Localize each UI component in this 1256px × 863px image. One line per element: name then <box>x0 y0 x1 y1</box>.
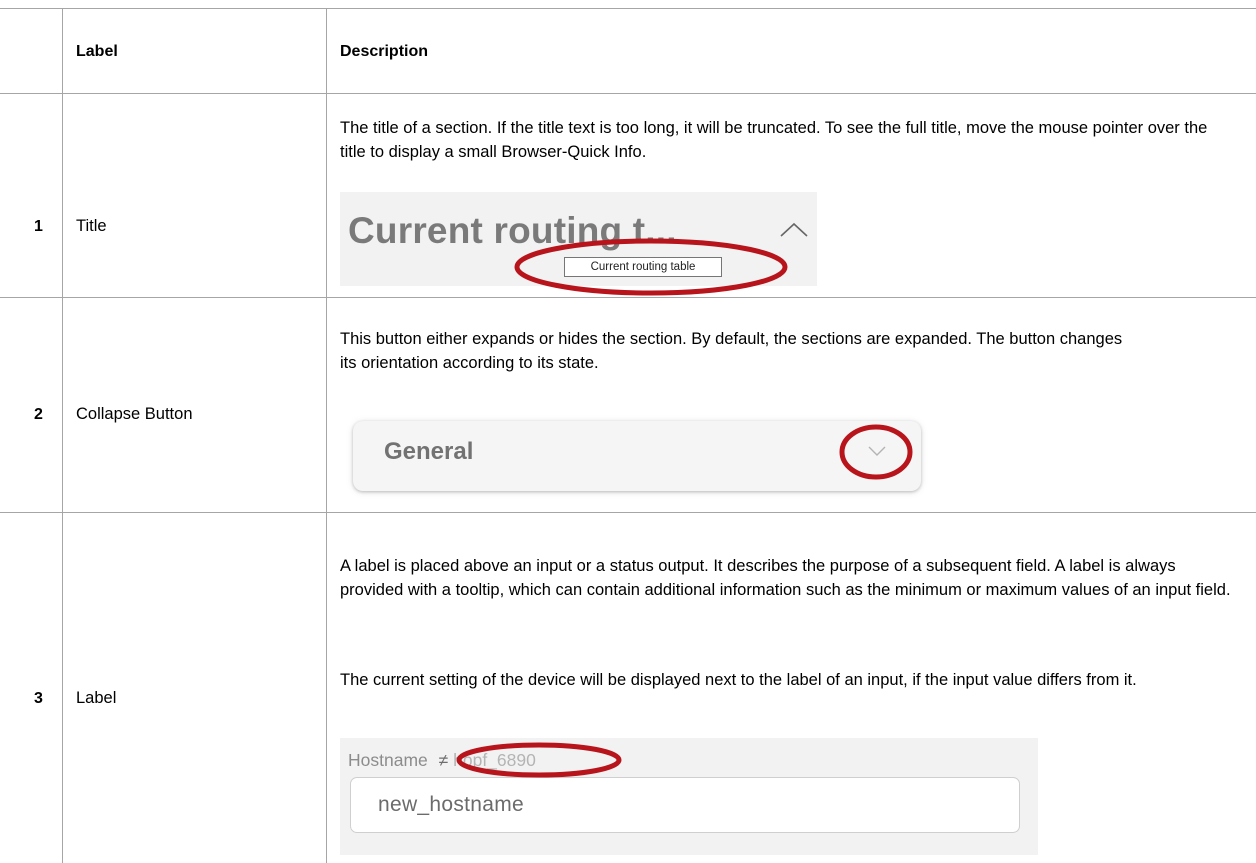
header-row-divider <box>0 93 1256 94</box>
row-description-note: The current setting of the device will b… <box>340 671 1137 689</box>
column-divider-2 <box>326 8 327 863</box>
chevron-up-icon <box>780 222 808 237</box>
row-label: Title <box>76 217 107 235</box>
header-label: Label <box>76 43 118 60</box>
field-label-text: Hostname <box>348 750 428 770</box>
section-title: General <box>384 438 474 465</box>
row-number: 3 <box>34 690 43 707</box>
header-description: Description <box>340 43 429 60</box>
row-label: Label <box>76 689 117 707</box>
not-equal-icon: ≠ <box>438 750 449 770</box>
current-device-value: hopf_6890 <box>453 750 536 770</box>
quick-info-tooltip: Current routing table <box>564 257 722 277</box>
row-number: 1 <box>34 218 43 235</box>
row-1-divider <box>0 297 1256 298</box>
example-section-card: General <box>353 421 921 491</box>
hostname-input[interactable]: new_hostname <box>350 777 1020 833</box>
row-description: This button either expands or hides the … <box>340 330 1123 372</box>
input-value: new_hostname <box>378 793 525 816</box>
row-description: A label is placed above an input or a st… <box>340 557 1231 599</box>
column-divider-1 <box>62 8 63 863</box>
section-title: Current routing t... <box>348 210 677 251</box>
example-hostname-field: Hostname ≠ hopf_6890 new_hostname <box>340 738 1038 855</box>
example-truncated-title: Current routing t... Current routing tab… <box>340 192 817 286</box>
chevron-down-icon[interactable] <box>868 444 886 458</box>
table-border-top <box>0 8 1256 9</box>
row-description: The title of a section. If the title tex… <box>340 119 1208 161</box>
row-number: 2 <box>34 406 43 423</box>
field-label: Hostname ≠ hopf_6890 <box>348 750 536 771</box>
row-label: Collapse Button <box>76 405 193 423</box>
row-2-divider <box>0 512 1256 513</box>
